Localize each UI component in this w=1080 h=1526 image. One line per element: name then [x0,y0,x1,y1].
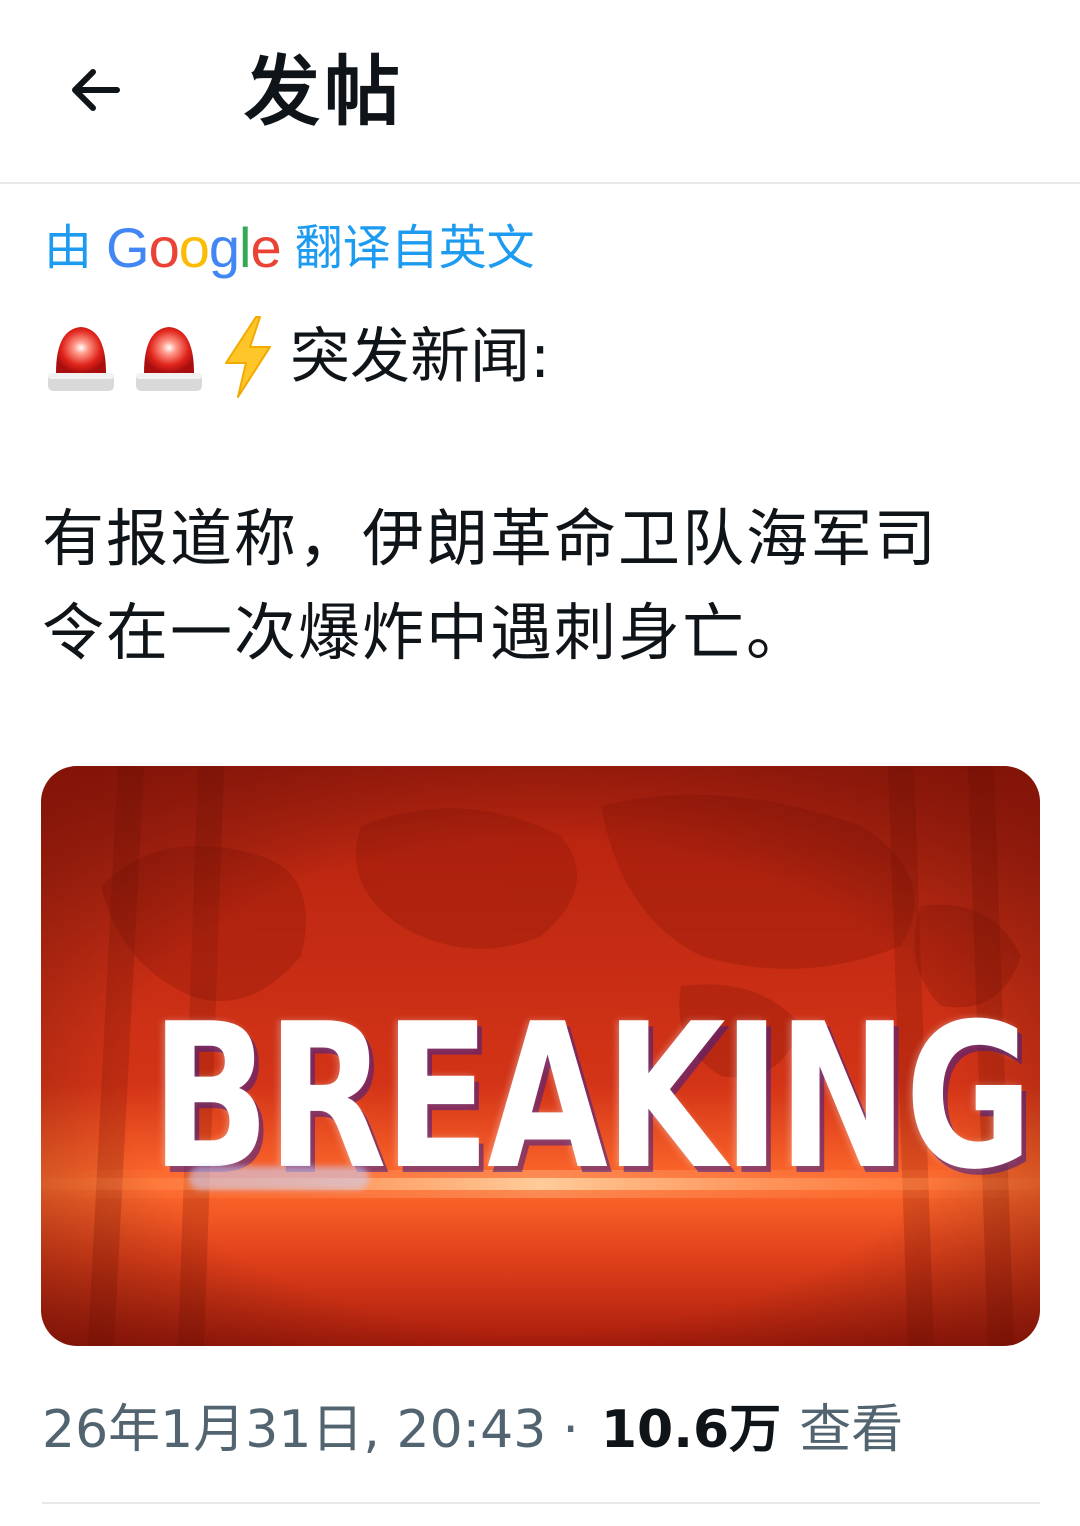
meta-separator: · [562,1400,579,1460]
translation-prefix: 由 [44,220,93,276]
post-timestamp[interactable]: 26年1月31日, 20:43 [42,1390,546,1470]
post-image[interactable]: BREAKING [41,766,1040,1346]
police-siren-icon [48,327,114,391]
post-body-line: 令在一次爆炸中遇刺身亡。 [42,596,811,669]
lightning-bolt-icon [225,316,271,398]
post-body-line: 有报道称，伊朗革命卫队海军司 [42,502,939,575]
arrow-left-icon [72,69,120,111]
google-logo: Google [106,216,282,279]
post-headline: 突发新闻: [44,312,550,402]
headline-text: 突发新闻: [290,322,551,392]
divider [42,1502,1040,1504]
translation-suffix: 翻译自英文 [294,220,535,276]
post-meta: 26年1月31日, 20:43 · 10.6万 查看 [42,1390,903,1470]
page-title: 发帖 [244,47,404,136]
blurred-watermark [189,1166,369,1190]
translation-note[interactable]: 由 Google 翻译自英文 [44,212,535,284]
views-label: 查看 [799,1400,904,1460]
top-app-bar: 发帖 [0,0,1080,184]
back-button[interactable] [50,45,140,135]
post-body: 有报道称，伊朗革命卫队海军司 令在一次爆炸中遇刺身亡。 [42,492,1042,680]
views-count[interactable]: 10.6万 [601,1390,781,1470]
police-siren-icon [136,327,202,391]
